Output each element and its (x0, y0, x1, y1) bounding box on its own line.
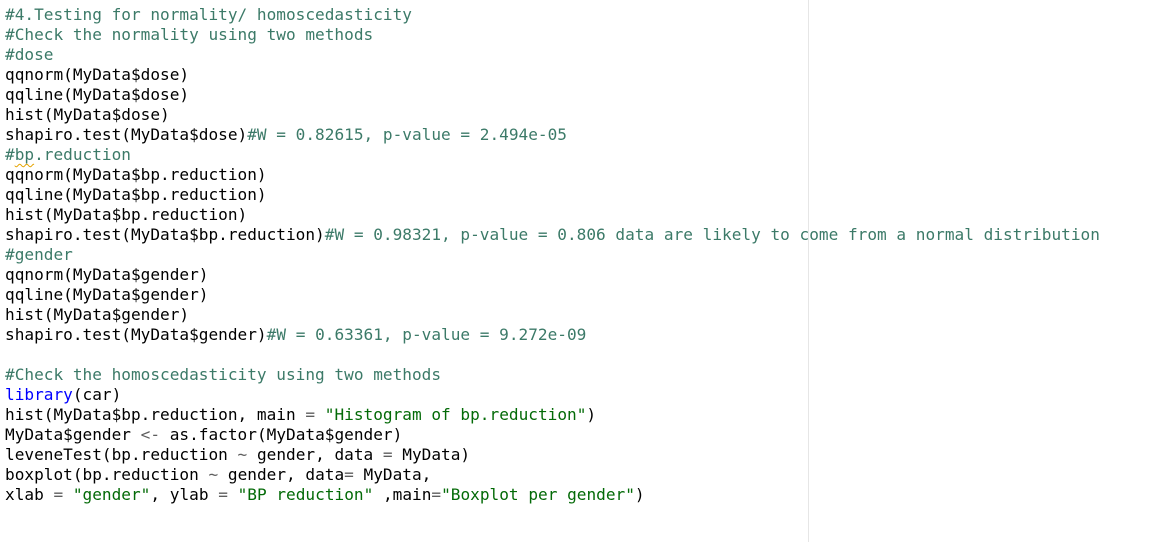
code-area[interactable]: #4.Testing for normality/ homoscedastici… (5, 5, 1100, 505)
code-line[interactable] (5, 345, 1100, 365)
code-token: #Check the homoscedasticity using two me… (5, 365, 442, 384)
code-token: qqnorm(MyData$bp.reduction) (5, 165, 267, 184)
code-token: xlab (5, 485, 54, 504)
code-token: #Check the normality using two methods (5, 25, 374, 44)
code-token: ~ (237, 445, 248, 464)
code-token: ,main (373, 485, 432, 504)
code-token: .reduction (34, 145, 131, 164)
code-line[interactable]: #Check the homoscedasticity using two me… (5, 365, 1100, 385)
code-token: = (305, 405, 316, 424)
code-token: as.factor(MyData$gender) (160, 425, 403, 444)
code-token: MyData, (353, 465, 432, 484)
code-line[interactable]: shapiro.test(MyData$dose)#W = 0.82615, p… (5, 125, 1100, 145)
code-line[interactable]: shapiro.test(MyData$bp.reduction)#W = 0.… (5, 225, 1100, 245)
code-token: gender, data (247, 445, 383, 464)
code-line[interactable]: hist(MyData$bp.reduction) (5, 205, 1100, 225)
code-token: #gender (5, 245, 73, 264)
code-token: "gender" (72, 485, 151, 504)
code-line[interactable]: qqline(MyData$dose) (5, 85, 1100, 105)
code-token: #dose (5, 45, 54, 64)
code-token: qqline(MyData$gender) (5, 285, 209, 304)
code-line[interactable]: hist(MyData$dose) (5, 105, 1100, 125)
code-line[interactable]: #bp.reduction (5, 145, 1100, 165)
code-token: (car) (72, 385, 122, 404)
code-line[interactable]: qqline(MyData$bp.reduction) (5, 185, 1100, 205)
code-token: library (5, 385, 73, 404)
code-token: hist(MyData$bp.reduction, main (5, 405, 306, 424)
code-token: hist(MyData$bp.reduction) (5, 205, 248, 224)
code-token: bp (14, 145, 35, 164)
code-line[interactable]: leveneTest(bp.reduction ~ gender, data =… (5, 445, 1100, 465)
code-token: #W = 0.63361, p-value = 9.272e-09 (266, 325, 587, 344)
code-token: shapiro.test(MyData$gender) (5, 325, 267, 344)
code-token: = (431, 485, 442, 504)
code-token: #W = 0.98321, p-value = 0.806 data are l… (324, 225, 1100, 244)
code-line[interactable]: #4.Testing for normality/ homoscedastici… (5, 5, 1100, 25)
code-token: #4.Testing for normality/ homoscedastici… (5, 5, 412, 24)
code-line[interactable]: qqline(MyData$gender) (5, 285, 1100, 305)
code-line[interactable]: MyData$gender <- as.factor(MyData$gender… (5, 425, 1100, 445)
code-line[interactable]: #dose (5, 45, 1100, 65)
code-line[interactable]: qqnorm(MyData$gender) (5, 265, 1100, 285)
code-token: = (382, 445, 393, 464)
code-token: = (218, 485, 228, 504)
code-token: hist(MyData$gender) (5, 305, 190, 324)
code-token: qqnorm(MyData$gender) (5, 265, 209, 284)
code-editor[interactable]: #4.Testing for normality/ homoscedastici… (0, 0, 1151, 542)
code-token: qqline(MyData$dose) (5, 85, 190, 104)
code-line[interactable]: qqnorm(MyData$bp.reduction) (5, 165, 1100, 185)
code-line[interactable]: qqnorm(MyData$dose) (5, 65, 1100, 85)
code-token: shapiro.test(MyData$dose) (5, 125, 248, 144)
code-line[interactable]: #Check the normality using two methods (5, 25, 1100, 45)
code-token: qqline(MyData$bp.reduction) (5, 185, 267, 204)
code-token: hist(MyData$dose) (5, 105, 170, 124)
code-token: boxplot(bp.reduction (5, 465, 209, 484)
code-token: # (5, 145, 15, 164)
code-token: "BP reduction" (237, 485, 374, 504)
code-token: #W = 0.82615, p-value = 2.494e-05 (247, 125, 567, 144)
code-token: = (53, 485, 64, 504)
code-line[interactable]: #gender (5, 245, 1100, 265)
code-line[interactable]: xlab = "gender", ylab = "BP reduction" ,… (5, 485, 1100, 505)
code-token: "Histogram of bp.reduction" (324, 405, 587, 424)
code-line[interactable]: hist(MyData$bp.reduction, main = "Histog… (5, 405, 1100, 425)
code-line[interactable]: boxplot(bp.reduction ~ gender, data= MyD… (5, 465, 1100, 485)
code-token: "Boxplot per gender" (441, 485, 635, 504)
code-token: , ylab (150, 485, 219, 504)
code-token: shapiro.test(MyData$bp.reduction) (5, 225, 325, 244)
code-token: gender, data (218, 465, 345, 484)
code-token: <- (140, 425, 161, 444)
code-line[interactable]: library(car) (5, 385, 1100, 405)
code-line[interactable]: shapiro.test(MyData$gender)#W = 0.63361,… (5, 325, 1100, 345)
code-token: qqnorm(MyData$dose) (5, 65, 190, 84)
code-token: leveneTest(bp.reduction (5, 445, 238, 464)
code-token: = (344, 465, 354, 484)
code-token: ) (634, 485, 645, 504)
code-line[interactable]: hist(MyData$gender) (5, 305, 1100, 325)
code-token: ) (586, 405, 597, 424)
code-token: ~ (208, 465, 219, 484)
code-token: MyData$gender (5, 425, 141, 444)
code-token: MyData) (392, 445, 471, 464)
